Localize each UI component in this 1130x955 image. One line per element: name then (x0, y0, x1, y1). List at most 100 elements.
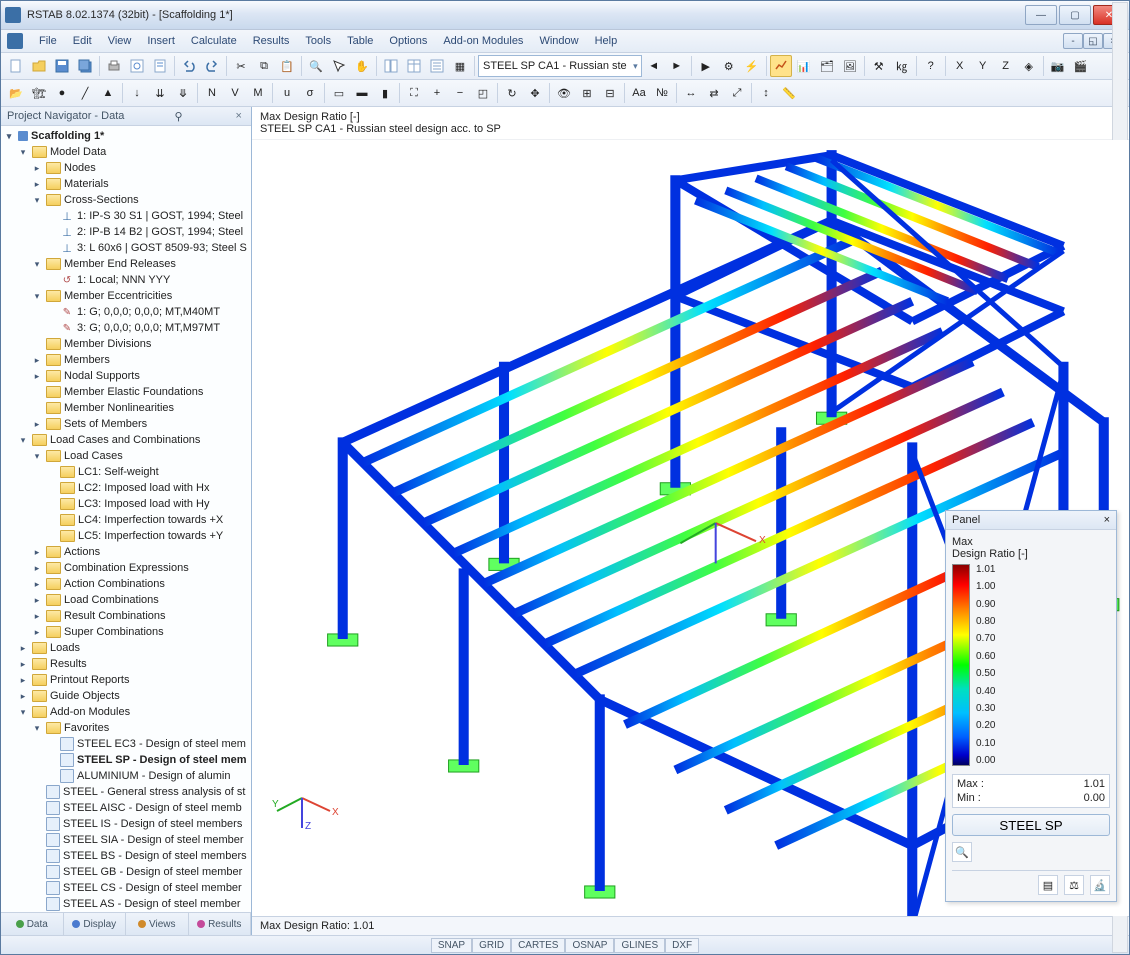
dim-icon[interactable]: ↕ (755, 82, 777, 104)
tree-rescomb[interactable]: ▸Result Combinations (1, 608, 251, 624)
tree-mecc[interactable]: ▾Member Eccentricities (1, 288, 251, 304)
tree-mer[interactable]: ▾Member End Releases (1, 256, 251, 272)
redo-icon[interactable] (201, 55, 223, 77)
load-icon[interactable]: ↓ (126, 82, 148, 104)
tree-nodes[interactable]: ▸Nodes (1, 160, 251, 176)
tree-results[interactable]: ▸Results (1, 656, 251, 672)
tree-lc4[interactable]: LC4: Imperfection towards +X (1, 512, 251, 528)
tree-mef[interactable]: Member Elastic Foundations (1, 384, 251, 400)
tree-fav[interactable]: ▾Favorites (1, 720, 251, 736)
settings-icon[interactable]: ⚒ (868, 55, 890, 77)
menu-edit[interactable]: Edit (65, 33, 100, 49)
panel-tab-factors-icon[interactable]: ⚖ (1064, 875, 1084, 895)
next-icon[interactable]: ► (666, 55, 688, 77)
calc3-icon[interactable]: ⚡ (741, 55, 763, 77)
navigator-pin-icon[interactable]: ⚲ (171, 110, 185, 123)
tree-mecc1[interactable]: 1: G; 0,0,0; 0,0,0; MT,M40MT (1, 304, 251, 320)
menu-table[interactable]: Table (339, 33, 381, 49)
view-z-icon[interactable]: Z (995, 55, 1017, 77)
menu-insert[interactable]: Insert (139, 33, 183, 49)
model-canvas[interactable]: X X Y Z Panel× M (252, 140, 1129, 916)
pan2-icon[interactable]: ✥ (524, 82, 546, 104)
tree-lc5[interactable]: LC5: Imperfection towards +Y (1, 528, 251, 544)
tree-m7[interactable]: STEEL CS - Design of steel member (1, 880, 251, 896)
tree-materials[interactable]: ▸Materials (1, 176, 251, 192)
res-u-icon[interactable]: u (276, 82, 298, 104)
zoom-out-icon[interactable]: − (449, 82, 471, 104)
snap-toggle[interactable]: SNAP (431, 938, 472, 953)
tree-loads[interactable]: ▸Loads (1, 640, 251, 656)
nav-tab-data[interactable]: Data (1, 913, 64, 935)
list-icon[interactable] (426, 55, 448, 77)
prev-icon[interactable]: ◄ (643, 55, 665, 77)
measure-icon[interactable]: 📏 (778, 82, 800, 104)
view-x-icon[interactable]: X (949, 55, 971, 77)
tree-loadcomb[interactable]: ▸Load Combinations (1, 592, 251, 608)
tree-mecc3[interactable]: 3: G; 0,0,0; 0,0,0; MT,M97MT (1, 320, 251, 336)
tree-mnon[interactable]: Member Nonlinearities (1, 400, 251, 416)
tree-mer1[interactable]: 1: Local; NNN YYY (1, 272, 251, 288)
tree-m2[interactable]: STEEL AISC - Design of steel memb (1, 800, 251, 816)
load2-icon[interactable]: ⇊ (149, 82, 171, 104)
res-sigma-icon[interactable]: σ (299, 82, 321, 104)
tree-m6[interactable]: STEEL GB - Design of steel member (1, 864, 251, 880)
calc-icon[interactable]: ▶ (695, 55, 717, 77)
tree-actions[interactable]: ▸Actions (1, 544, 251, 560)
new-icon[interactable] (5, 55, 27, 77)
app-menu-icon[interactable] (7, 33, 23, 49)
menu-results[interactable]: Results (245, 33, 298, 49)
result4-icon[interactable]: 🖼 (839, 55, 861, 77)
tree-guide[interactable]: ▸Guide Objects (1, 688, 251, 704)
model-icon[interactable]: 🏗 (28, 82, 50, 104)
vis3-icon[interactable]: ⊟ (599, 82, 621, 104)
label1-icon[interactable]: Aa (628, 82, 650, 104)
table-icon[interactable] (403, 55, 425, 77)
tree-m1[interactable]: STEEL - General stress analysis of st (1, 784, 251, 800)
report-icon[interactable] (149, 55, 171, 77)
result-toggle-icon[interactable] (770, 55, 792, 77)
menu-tools[interactable]: Tools (297, 33, 339, 49)
pan-icon[interactable]: ✋ (351, 55, 373, 77)
zoom-fit-icon[interactable]: ⛶ (403, 82, 425, 104)
tree-printout[interactable]: ▸Printout Reports (1, 672, 251, 688)
tree-actcomb[interactable]: ▸Action Combinations (1, 576, 251, 592)
tree-fav3[interactable]: ALUMINIUM - Design of alumin (1, 768, 251, 784)
tree-icon[interactable] (380, 55, 402, 77)
tree-som[interactable]: ▸Sets of Members (1, 416, 251, 432)
tree-addon[interactable]: ▾Add-on Modules (1, 704, 251, 720)
glines-toggle[interactable]: GLINES (614, 938, 665, 953)
grid-icon[interactable]: ▦ (449, 55, 471, 77)
tree-mdiv[interactable]: Member Divisions (1, 336, 251, 352)
cut-icon[interactable]: ✂ (230, 55, 252, 77)
tree-lc1[interactable]: LC1: Self-weight (1, 464, 251, 480)
node-icon[interactable]: ● (51, 82, 73, 104)
view-y-icon[interactable]: Y (972, 55, 994, 77)
tree-cs1[interactable]: 1: IP-S 30 S1 | GOST, 1994; Steel (1, 208, 251, 224)
mirror-icon[interactable]: ⇄ (703, 82, 725, 104)
rotate-icon[interactable]: ↻ (501, 82, 523, 104)
move-icon[interactable]: ↔ (680, 82, 702, 104)
pointer-icon[interactable] (328, 55, 350, 77)
tree-m3[interactable]: STEEL IS - Design of steel members (1, 816, 251, 832)
tree-m8[interactable]: STEEL AS - Design of steel member (1, 896, 251, 912)
tree-cs2[interactable]: 2: IP-B 14 B2 | GOST, 1994; Steel (1, 224, 251, 240)
support-icon[interactable]: ▲ (97, 82, 119, 104)
camera-icon[interactable]: 📷 (1047, 55, 1069, 77)
tree-m4[interactable]: STEEL SIA - Design of steel member (1, 832, 251, 848)
label2-icon[interactable]: № (651, 82, 673, 104)
nav-tab-views[interactable]: Views (126, 913, 189, 935)
tree-model-data[interactable]: ▾Model Data (1, 144, 251, 160)
navigator-close-icon[interactable]: × (233, 110, 245, 122)
tree-supercomb[interactable]: ▸Super Combinations (1, 624, 251, 640)
maximize-button[interactable]: ▢ (1059, 5, 1091, 25)
tree-nodalsup[interactable]: ▸Nodal Supports (1, 368, 251, 384)
scale-icon[interactable]: ⤢ (726, 82, 748, 104)
nav-tab-display[interactable]: Display (64, 913, 127, 935)
save-icon[interactable] (51, 55, 73, 77)
open-icon[interactable] (28, 55, 50, 77)
panel-close-icon[interactable]: × (1104, 514, 1110, 526)
menu-addon[interactable]: Add-on Modules (435, 33, 531, 49)
view-iso-icon[interactable]: ◈ (1018, 55, 1040, 77)
loadcase-combo[interactable]: STEEL SP CA1 - Russian ste (478, 55, 642, 77)
tree-lc3[interactable]: LC3: Imposed load with Hy (1, 496, 251, 512)
